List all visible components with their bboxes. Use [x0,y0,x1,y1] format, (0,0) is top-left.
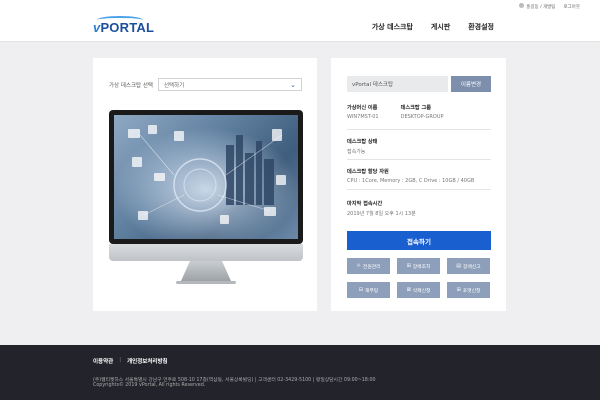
delete-request-button[interactable]: ⊠ 삭제신청 [397,282,440,298]
footer-address: (주)웹티켓하스 서울특별시 강남구 언주로 508-10 17층(역삼동, 서… [93,378,376,383]
resource-value: CPU : 1Core, Memory : 2GB, C Drive : 10G… [347,178,475,184]
monitor-bezel [109,110,303,244]
action-label: 삭제신청 [412,288,431,294]
resource-label: 데스크탑 할당 자원 [347,169,389,175]
vm-name-block: 가상머신 이름 WIN7MST-01 [347,104,379,120]
site-header: vPORTAL 가상 데스크탑 게시판 환경설정 [0,12,600,42]
monitor-stand [181,261,231,281]
state-value: 접속가능 [347,149,366,155]
divider [347,189,491,190]
desktop-select-value: 선택하기 [163,82,185,89]
footer-divider: | [119,357,122,363]
group-value: DESKTOP-GROUP [400,114,444,120]
terms-link[interactable]: 이용약관 [93,357,113,365]
vm-info-row: 가상머신 이름 WIN7MST-01 데스크탑 그룹 DESKTOP-GROUP [347,104,491,120]
vm-info-pair: 가상머신 이름 WIN7MST-01 데스크탑 그룹 DESKTOP-GROUP [347,104,491,120]
group-label: 데스크탑 그룹 [400,105,432,111]
utility-links: 홍길동 / 개발팀 로그아웃 [519,3,580,10]
tools-icon: ⊞ [406,263,411,269]
monitor-chin [109,244,303,261]
nav-settings[interactable]: 환경설정 [468,22,494,32]
monitor-base [176,281,236,284]
fault-action-button[interactable]: ⊞ 장애조치 [397,258,440,274]
last-access-value: 2019년 7월 8일 오후 1시 13분 [347,211,416,217]
state-label: 데스크탑 상태 [347,139,378,145]
logout-link[interactable]: 로그아웃 [563,4,580,10]
monitor-illustration [109,110,303,284]
desktop-select-row: 가상 데스크탑 선택 선택하기 ⌄ [109,78,302,91]
action-label: 재부팅 [364,288,379,294]
nav-board[interactable]: 게시판 [431,22,450,32]
rename-button[interactable]: 이름변경 [451,76,491,92]
report-icon: ▤ [456,263,462,269]
state-info: 데스크탑 상태 접속가능 [347,138,491,155]
vportal-logo[interactable]: vPORTAL [93,16,154,35]
last-access-label: 마지막 접속시간 [347,201,383,207]
last-access-info: 마지막 접속시간 2019년 7월 8일 오후 1시 13분 [347,200,491,217]
privacy-link[interactable]: 개인정보처리방침 [127,357,167,365]
divider [347,159,491,160]
user-name: 홍길동 / 개발팀 [526,5,556,10]
footer-links: 이용약관 | 개인정보처리방침 [93,357,168,365]
monitor-screen [114,115,298,239]
desktop-select[interactable]: 선택하기 ⌄ [157,78,302,91]
logo-arc-icon [97,16,143,24]
desktop-select-label: 가상 데스크탑 선택 [109,82,153,89]
nav-virtual-desktop[interactable]: 가상 데스크탑 [372,22,413,32]
vm-name-label: 가상머신 이름 [347,105,378,111]
group-block: 데스크탑 그룹 DESKTOP-GROUP [401,104,444,120]
resource-info: 데스크탑 할당 자원 CPU : 1Core, Memory : 2GB, C … [347,168,491,184]
delete-icon: ⊠ [406,287,411,293]
user-info: 홍길동 / 개발팀 [519,3,555,10]
format-request-button[interactable]: ⊞ 포맷신청 [447,282,490,298]
divider [347,129,491,130]
user-icon [519,3,525,8]
desktop-info-panel: vPortal 데스크탑 이름변경 가상머신 이름 WIN7MST-01 데스크… [331,58,506,311]
power-manage-button[interactable]: ☼ 전원관리 [347,258,390,274]
top-utility-bar: 홍길동 / 개발팀 로그아웃 [0,0,600,12]
action-label: 장애신고 [463,264,481,270]
vm-name-value: WIN7MST-01 [347,114,379,120]
footer-copyright: Copyrights© 2019 vPortal, All rights Res… [93,383,206,388]
power-icon: ☼ [356,263,361,269]
fault-report-button[interactable]: ▤ 장애신고 [447,258,490,274]
action-buttons: ☼ 전원관리 ⊞ 장애조치 ▤ 장애신고 ⊟ 재부팅 ⊠ 삭제신청 ⊞ 포맷신청 [347,258,491,298]
reboot-icon: ⊟ [358,287,363,293]
action-label: 장애조치 [412,264,431,270]
format-icon: ⊞ [456,287,461,293]
main-nav: 가상 데스크탑 게시판 환경설정 [372,22,494,32]
connect-button[interactable]: 접속하기 [347,231,491,250]
desktop-preview-panel: 가상 데스크탑 선택 선택하기 ⌄ [93,58,317,311]
chevron-down-icon: ⌄ [290,80,296,89]
action-label: 포맷신청 [462,288,481,294]
desktop-name-field[interactable]: vPortal 데스크탑 [347,76,448,92]
screen-artwork [114,115,298,239]
reboot-button[interactable]: ⊟ 재부팅 [347,282,390,298]
action-label: 전원관리 [362,264,381,270]
site-footer: 이용약관 | 개인정보처리방침 (주)웹티켓하스 서울특별시 강남구 언주로 5… [0,345,600,400]
